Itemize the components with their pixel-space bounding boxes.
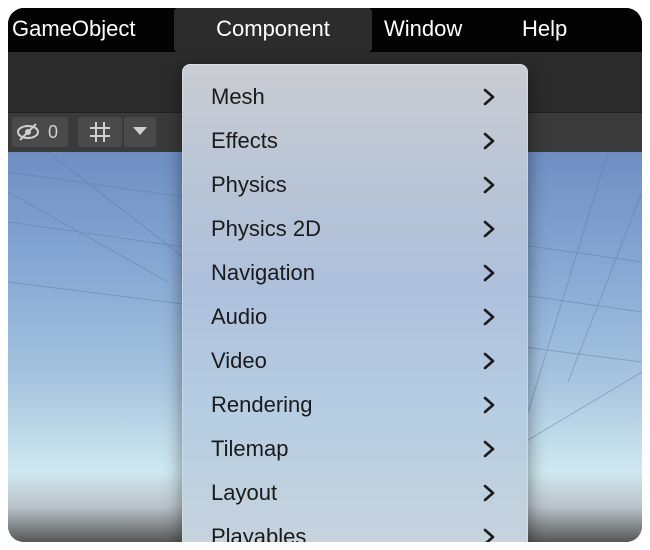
chevron-right-icon bbox=[483, 484, 495, 502]
menu-item-label: Audio bbox=[211, 304, 268, 329]
menu-item-label: Layout bbox=[211, 480, 278, 505]
menu-item-label: Effects bbox=[211, 128, 278, 153]
menu-item-audio[interactable]: Audio bbox=[183, 295, 527, 339]
menu-item-effects[interactable]: Effects bbox=[183, 119, 527, 163]
caret-down-icon bbox=[133, 127, 147, 135]
menu-item-label: Tilemap bbox=[211, 436, 289, 461]
grid-snap-button[interactable] bbox=[78, 117, 122, 147]
chevron-right-icon bbox=[483, 308, 495, 326]
component-menu: Mesh Effects Physics Physics 2D Navigati… bbox=[182, 64, 528, 542]
menu-gameobject-label: GameObject bbox=[12, 16, 136, 41]
chevron-right-icon bbox=[483, 396, 495, 414]
menu-component-label: Component bbox=[216, 16, 330, 41]
menu-window[interactable]: Window bbox=[384, 8, 494, 52]
chevron-right-icon bbox=[483, 88, 495, 106]
scene-visibility-toggle[interactable]: 0 bbox=[12, 117, 68, 147]
visibility-count: 0 bbox=[48, 122, 59, 142]
chevron-right-icon bbox=[483, 220, 495, 238]
menu-bar: GameObject Component Window Help bbox=[8, 8, 642, 52]
unity-editor-window: GameObject Component Window Help 0 Mesh … bbox=[8, 8, 642, 542]
chevron-right-icon bbox=[483, 176, 495, 194]
menu-item-mesh[interactable]: Mesh bbox=[183, 75, 527, 119]
grid-icon bbox=[90, 122, 110, 142]
menu-window-label: Window bbox=[384, 16, 463, 41]
grid-options-dropdown[interactable] bbox=[124, 117, 156, 147]
chevron-right-icon bbox=[483, 264, 495, 282]
menu-item-label: Mesh bbox=[211, 84, 265, 109]
menu-item-physics-2d[interactable]: Physics 2D bbox=[183, 207, 527, 251]
chevron-right-icon bbox=[483, 440, 495, 458]
chevron-right-icon bbox=[483, 132, 495, 150]
menu-item-label: Physics bbox=[211, 172, 287, 197]
menu-item-playables[interactable]: Playables bbox=[183, 515, 527, 542]
menu-item-rendering[interactable]: Rendering bbox=[183, 383, 527, 427]
chevron-right-icon bbox=[483, 352, 495, 370]
menu-help[interactable]: Help bbox=[522, 8, 592, 52]
menu-item-label: Rendering bbox=[211, 392, 313, 417]
menu-item-label: Physics 2D bbox=[211, 216, 322, 241]
menu-item-navigation[interactable]: Navigation bbox=[183, 251, 527, 295]
menu-help-label: Help bbox=[522, 16, 568, 41]
menu-item-layout[interactable]: Layout bbox=[183, 471, 527, 515]
menu-gameobject[interactable]: GameObject bbox=[8, 8, 174, 52]
menu-item-label: Navigation bbox=[211, 260, 315, 285]
menu-component[interactable]: Component bbox=[174, 8, 372, 52]
menu-item-video[interactable]: Video bbox=[183, 339, 527, 383]
hidden-eye-icon bbox=[17, 123, 39, 141]
chevron-right-icon bbox=[483, 528, 495, 542]
menu-item-physics[interactable]: Physics bbox=[183, 163, 527, 207]
menu-item-label: Video bbox=[211, 348, 267, 373]
menu-item-tilemap[interactable]: Tilemap bbox=[183, 427, 527, 471]
menu-item-label: Playables bbox=[211, 524, 307, 542]
